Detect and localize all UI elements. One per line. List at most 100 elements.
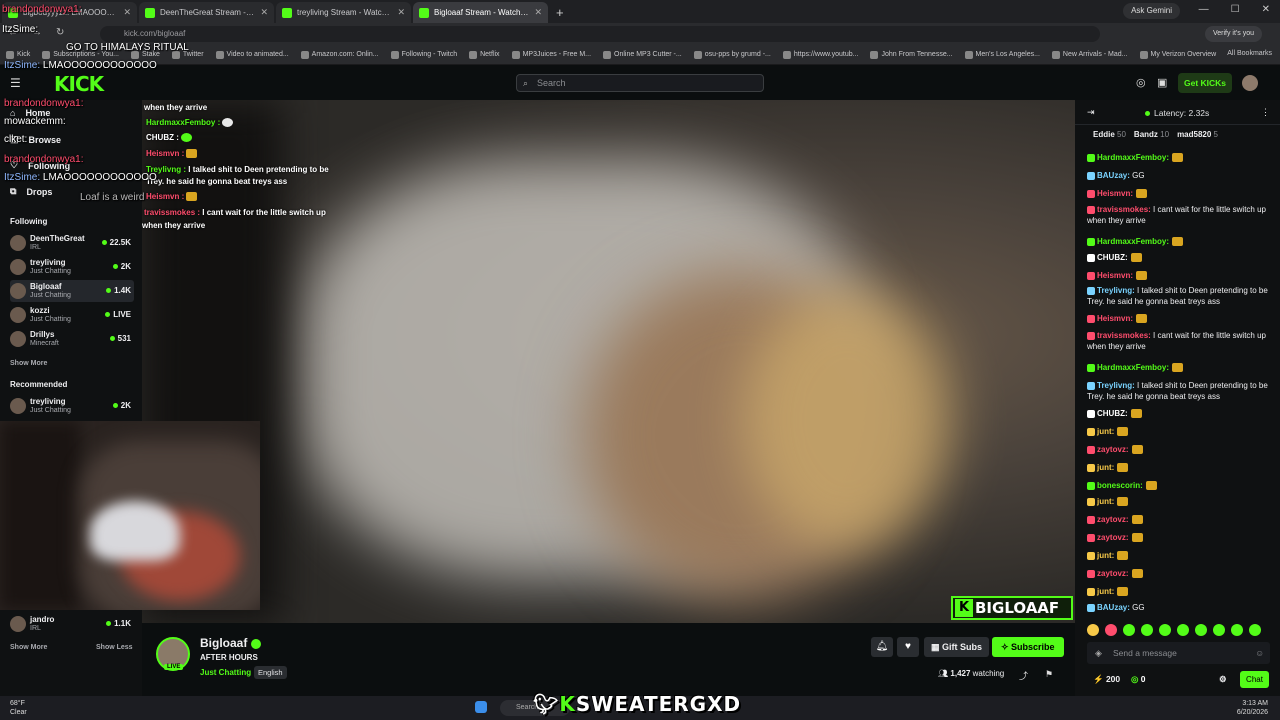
chat-message[interactable]: Heismvn: — [1087, 313, 1275, 324]
emote-icon[interactable] — [1249, 624, 1261, 636]
show-more-button[interactable]: Show More — [10, 360, 47, 367]
menu-icon[interactable]: ☰ — [10, 76, 21, 90]
channel-item[interactable]: jandro IRL 1.1K — [10, 613, 134, 635]
chat-message[interactable]: junt: — [1087, 462, 1275, 473]
search-input[interactable]: ⌕ Search — [516, 74, 764, 92]
layout-icon[interactable]: ▣ — [1157, 76, 1167, 89]
emote-icon[interactable] — [1141, 624, 1153, 636]
close-tab-icon[interactable]: ✕ — [260, 7, 268, 18]
chat-message[interactable]: Treylivng: I talked shit to Deen pretend… — [1087, 285, 1275, 307]
windows-start-icon[interactable] — [475, 701, 487, 713]
all-bookmarks-button[interactable]: All Bookmarks — [1227, 50, 1272, 57]
channel-item[interactable]: kozzi Just Chatting LIVE — [10, 304, 134, 326]
chat-message[interactable]: junt: — [1087, 426, 1275, 437]
browser-tab-active[interactable]: Bigloaaf Stream - Watch Live ✕ — [413, 2, 548, 23]
emoji-icon[interactable]: ☺ — [1255, 642, 1264, 664]
chat-message[interactable]: travissmokes: I cant wait for the little… — [1087, 204, 1275, 226]
bookmark[interactable]: Amazon.com: Onlin... — [300, 50, 379, 59]
activity-icon[interactable]: ◎ — [1136, 76, 1146, 89]
get-kicks-button[interactable]: Get KICKs — [1178, 73, 1233, 93]
chat-message[interactable]: junt: — [1087, 496, 1275, 507]
emote-icon[interactable] — [1177, 624, 1189, 636]
chat-message[interactable]: zaytovz: — [1087, 444, 1275, 455]
system-clock[interactable]: 3:13 AM 6/20/2026 — [1237, 699, 1268, 717]
emote-icon[interactable] — [1231, 624, 1243, 636]
emote-icon[interactable] — [1123, 624, 1135, 636]
channel-item[interactable]: treyliving Just Chatting 2K — [10, 395, 134, 417]
chat-message[interactable]: HardmaxxFemboy: — [1087, 152, 1275, 163]
emote-icon[interactable] — [1087, 624, 1099, 636]
chat-message[interactable]: Heismvn: — [1087, 270, 1275, 281]
close-window-icon[interactable]: ✕ — [1262, 4, 1270, 15]
bookmark[interactable]: John From Tennesse... — [870, 50, 953, 59]
chat-message[interactable]: CHUBZ: — [1087, 252, 1275, 263]
channel-item-selected[interactable]: Bigloaaf Just Chatting 1.4K — [10, 280, 134, 302]
chat-message[interactable]: BAUzay: GG — [1087, 602, 1275, 613]
chat-settings-icon[interactable]: ◈ — [1095, 642, 1102, 664]
browser-tab[interactable]: treyliving Stream - Watch Live ✕ — [276, 2, 411, 23]
follow-heart-icon[interactable]: ♥ — [897, 637, 919, 657]
chat-message[interactable]: junt: — [1087, 586, 1275, 597]
bell-icon[interactable]: 🔔︎ — [871, 637, 893, 657]
gift-subs-button[interactable]: ▦ Gift Subs — [924, 637, 990, 657]
chat-message[interactable]: travissmokes: I cant wait for the little… — [1087, 330, 1275, 352]
chat-message[interactable]: CHUBZ: — [1087, 408, 1275, 419]
emote-icon[interactable] — [1213, 624, 1225, 636]
verify-profile-button[interactable]: Verify it's you — [1204, 26, 1262, 42]
chat-message[interactable]: Treylivng: I talked shit to Deen pretend… — [1087, 380, 1275, 402]
chat-message[interactable]: zaytovz: — [1087, 514, 1275, 525]
close-tab-icon[interactable]: ✕ — [123, 7, 131, 18]
chat-message[interactable]: BAUzay: GG — [1087, 170, 1275, 181]
channel-item[interactable]: treyliving Just Chatting 2K — [10, 256, 134, 278]
emote-icon[interactable] — [1105, 624, 1117, 636]
ask-gemini-button[interactable]: Ask Gemini — [1123, 3, 1180, 19]
bookmark[interactable]: Kick — [6, 50, 30, 59]
show-less-button[interactable]: Show Less — [96, 644, 133, 651]
bookmark[interactable]: MP3Juices - Free M... — [511, 50, 591, 59]
bookmark[interactable]: My Verizon Overview — [1139, 50, 1216, 59]
emote-icon[interactable] — [1159, 624, 1171, 636]
emote-icon[interactable] — [1195, 624, 1207, 636]
chat-message[interactable]: zaytovz: — [1087, 532, 1275, 543]
bookmark[interactable]: Video to animated... — [215, 50, 289, 59]
bookmark[interactable]: osu-pps by grumd -... — [693, 50, 771, 59]
report-icon[interactable]: ⚑ — [1045, 669, 1053, 680]
settings-gear-icon[interactable]: ⚙ — [1219, 674, 1227, 685]
close-tab-icon[interactable]: ✕ — [534, 7, 542, 18]
bookmark[interactable]: Netflix — [469, 50, 500, 59]
chat-message[interactable]: HardmaxxFemboy: — [1087, 236, 1275, 247]
user-avatar[interactable] — [1242, 75, 1258, 91]
reload-icon[interactable]: ↻ — [56, 27, 64, 38]
chat-send-button[interactable]: Chat — [1240, 671, 1269, 688]
url-field[interactable]: kick.com/bigloaaf — [100, 26, 1100, 42]
browser-tab[interactable]: DeenTheGreat Stream - Watch✕ — [139, 2, 274, 23]
new-tab-icon[interactable]: + — [556, 5, 564, 20]
kick-logo[interactable]: KICK — [54, 72, 104, 96]
share-icon[interactable]: ⤴ — [1019, 669, 1028, 682]
weather-widget[interactable]: 68°F Clear — [10, 699, 27, 717]
bookmark[interactable]: https://www.youtub... — [782, 50, 858, 59]
chat-message[interactable]: Heismvn: — [1087, 188, 1275, 199]
close-tab-icon[interactable]: ✕ — [397, 7, 405, 18]
channel-item[interactable]: DeenTheGreat IRL 22.5K — [10, 232, 134, 254]
maximize-icon[interactable]: ☐ — [1231, 4, 1240, 15]
channel-item[interactable]: Drillys Minecraft 531 — [10, 328, 134, 350]
stream-category[interactable]: Just Chatting — [200, 668, 251, 677]
bookmark[interactable]: Men's Los Angeles... — [964, 50, 1040, 59]
bookmark[interactable]: New Arrivals - Mad... — [1051, 50, 1128, 59]
streamer-name[interactable]: Bigloaaf — [200, 636, 262, 650]
sidebar-item-drops[interactable]: ⧉ Drops — [10, 186, 52, 197]
chat-message[interactable]: junt: — [1087, 550, 1275, 561]
bookmark[interactable]: Online MP3 Cutter -... — [603, 50, 682, 59]
chat-message[interactable]: zaytovz: — [1087, 568, 1275, 579]
chat-menu-icon[interactable]: ⋮ — [1261, 107, 1270, 118]
minimize-icon[interactable]: — — [1199, 4, 1209, 15]
subscribe-button[interactable]: ✧ Subscribe — [992, 637, 1064, 657]
language-tag[interactable]: English — [254, 666, 287, 679]
chat-message[interactable]: bonescorin: — [1087, 480, 1275, 491]
chat-input[interactable]: ◈ Send a message ☺ — [1087, 642, 1270, 664]
bookmark[interactable]: Following - Twitch — [390, 50, 457, 59]
collapse-chat-icon[interactable]: ⇥ — [1087, 107, 1095, 118]
video-player[interactable]: when they arrive HardmaxxFemboy : CHUBZ … — [142, 100, 1075, 623]
chat-message[interactable]: HardmaxxFemboy: — [1087, 362, 1275, 373]
